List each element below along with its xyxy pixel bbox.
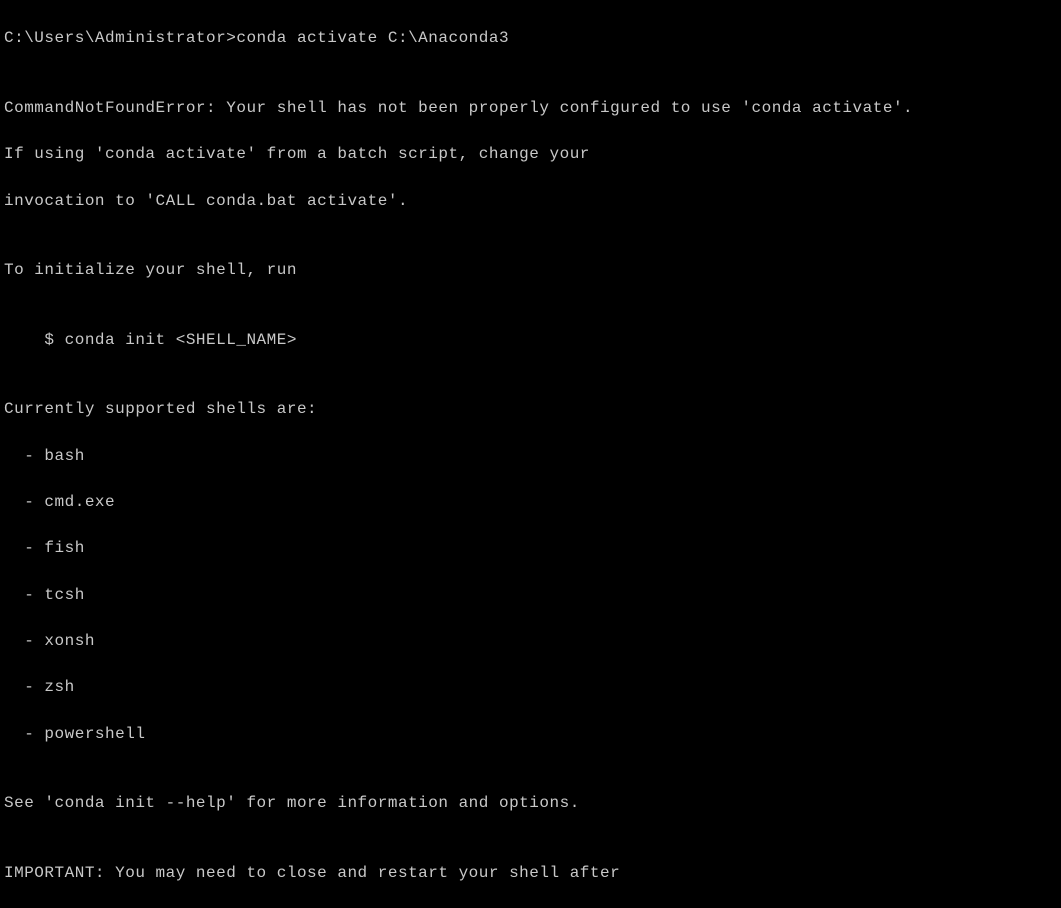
- error-line-1: CommandNotFoundError: Your shell has not…: [4, 97, 1061, 120]
- important-note: IMPORTANT: You may need to close and res…: [4, 862, 1061, 885]
- shell-powershell: - powershell: [4, 723, 1061, 746]
- shell-zsh: - zsh: [4, 676, 1061, 699]
- init-command: $ conda init <SHELL_NAME>: [4, 329, 1061, 352]
- shell-cmd: - cmd.exe: [4, 491, 1061, 514]
- init-header: To initialize your shell, run: [4, 259, 1061, 282]
- shell-fish: - fish: [4, 537, 1061, 560]
- shells-header: Currently supported shells are:: [4, 398, 1061, 421]
- terminal-output[interactable]: C:\Users\Administrator>conda activate C:…: [4, 4, 1061, 908]
- shell-xonsh: - xonsh: [4, 630, 1061, 653]
- error-line-3: invocation to 'CALL conda.bat activate'.: [4, 190, 1061, 213]
- error-line-2: If using 'conda activate' from a batch s…: [4, 143, 1061, 166]
- shell-bash: - bash: [4, 445, 1061, 468]
- shell-tcsh: - tcsh: [4, 584, 1061, 607]
- see-help: See 'conda init --help' for more informa…: [4, 792, 1061, 815]
- prompt-line: C:\Users\Administrator>conda activate C:…: [4, 27, 1061, 50]
